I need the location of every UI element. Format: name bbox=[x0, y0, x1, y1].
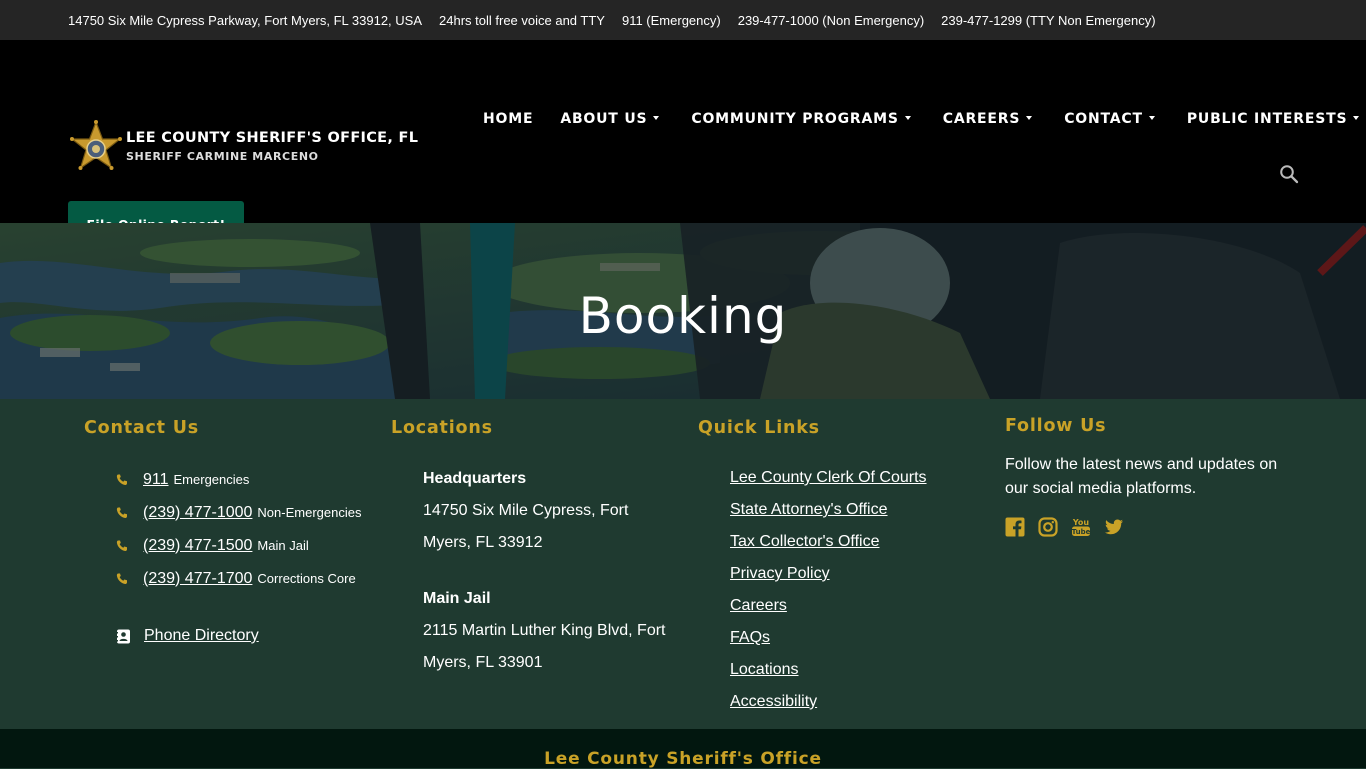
footer-contact-column: Contact Us 911 Emergencies (239) 477-100… bbox=[84, 399, 374, 645]
topbar-non-emergency: 239-477-1000 (Non Emergency) bbox=[737, 12, 925, 28]
quick-link-locations[interactable]: Locations bbox=[730, 654, 988, 686]
nav-community-programs[interactable]: COMMUNITY PROGRAMS bbox=[691, 111, 911, 127]
nav-public-interests[interactable]: PUBLIC INTERESTS bbox=[1187, 111, 1360, 127]
twitter-icon[interactable] bbox=[1104, 517, 1124, 537]
caret-down-icon bbox=[1353, 116, 1360, 120]
topbar-tollfree: 24hrs toll free voice and TTY bbox=[439, 12, 605, 28]
quick-link-privacy-policy[interactable]: Privacy Policy bbox=[730, 558, 988, 590]
phone-directory-link[interactable]: Phone Directory bbox=[144, 627, 259, 645]
svg-text:You: You bbox=[1072, 518, 1090, 527]
site-title: LEE COUNTY SHERIFF'S OFFICE, FL bbox=[126, 129, 419, 146]
contact-label: Corrections Core bbox=[257, 571, 356, 586]
quick-link-accessibility[interactable]: Accessibility bbox=[730, 686, 988, 718]
topbar-address: 14750 Six Mile Cypress Parkway, Fort Mye… bbox=[68, 12, 423, 28]
address-book-icon bbox=[116, 629, 130, 643]
contact-item: 911 Emergencies bbox=[116, 463, 374, 496]
quick-link-faqs[interactable]: FAQs bbox=[730, 622, 988, 654]
main-jail-phone-link[interactable]: (239) 477-1500 bbox=[143, 537, 252, 555]
location-address: Myers, FL 33901 bbox=[423, 654, 543, 671]
location-address: Myers, FL 33912 bbox=[423, 534, 543, 551]
quick-link-tax-collector[interactable]: Tax Collector's Office bbox=[730, 526, 988, 558]
footer-locations-column: Locations Headquarters 14750 Six Mile Cy… bbox=[391, 399, 681, 679]
caret-down-icon bbox=[1148, 116, 1155, 120]
caret-down-icon bbox=[1026, 116, 1033, 120]
footer-follow-heading: Follow Us bbox=[1005, 416, 1107, 436]
topbar-emergency: 911 (Emergency) bbox=[621, 12, 721, 28]
instagram-icon[interactable] bbox=[1038, 517, 1058, 537]
svg-text:Tube: Tube bbox=[1072, 528, 1091, 536]
nav-about-us[interactable]: ABOUT US bbox=[560, 111, 660, 127]
non-emergency-phone-link[interactable]: (239) 477-1000 bbox=[143, 504, 252, 522]
sheriff-star-badge-icon bbox=[70, 120, 122, 170]
caret-down-icon bbox=[653, 116, 660, 120]
footer-quick-links-heading: Quick Links bbox=[698, 418, 820, 438]
contact-label: Main Jail bbox=[257, 538, 309, 553]
location-name: Headquarters bbox=[423, 470, 527, 487]
quick-link-clerk-of-courts[interactable]: Lee County Clerk Of Courts bbox=[730, 462, 988, 494]
nav-contact[interactable]: CONTACT bbox=[1064, 111, 1155, 127]
page-title: Booking bbox=[578, 287, 788, 345]
phone-icon bbox=[116, 507, 127, 518]
quick-link-state-attorney[interactable]: State Attorney's Office bbox=[730, 494, 988, 526]
phone-icon bbox=[116, 573, 127, 584]
footer-follow-column: Follow Us Follow the latest news and upd… bbox=[1005, 399, 1305, 537]
footer-bottom-bar: Lee County Sheriff's Office bbox=[0, 729, 1366, 769]
location-name: Main Jail bbox=[423, 590, 491, 607]
site-header: LEE COUNTY SHERIFF'S OFFICE, FL SHERIFF … bbox=[0, 40, 1366, 247]
phone-icon bbox=[116, 474, 127, 485]
phone-icon bbox=[116, 540, 127, 551]
footer-quick-links-column: Quick Links Lee County Clerk Of Courts S… bbox=[698, 399, 988, 718]
footer-org-title: Lee County Sheriff's Office bbox=[544, 749, 822, 769]
youtube-icon[interactable]: You Tube bbox=[1071, 517, 1091, 537]
location-address: 14750 Six Mile Cypress, Fort bbox=[423, 502, 629, 519]
emergency-phone-link[interactable]: 911 bbox=[143, 471, 169, 489]
contact-item: (239) 477-1500 Main Jail bbox=[116, 529, 374, 562]
site-subtitle: SHERIFF CARMINE MARCENO bbox=[126, 149, 319, 163]
follow-description: Follow the latest news and updates on ou… bbox=[1005, 456, 1278, 497]
contact-label: Emergencies bbox=[173, 472, 250, 487]
social-links: You Tube bbox=[1005, 517, 1305, 537]
topbar-tty: 239-477-1299 (TTY Non Emergency) bbox=[941, 12, 1156, 28]
footer-contact-heading: Contact Us bbox=[84, 418, 199, 438]
quick-link-careers[interactable]: Careers bbox=[730, 590, 988, 622]
contact-item: (239) 477-1700 Corrections Core bbox=[116, 562, 374, 595]
site-footer: Contact Us 911 Emergencies (239) 477-100… bbox=[0, 399, 1366, 729]
location-address: 2115 Martin Luther King Blvd, Fort bbox=[423, 622, 666, 639]
nav-home[interactable]: HOME bbox=[483, 111, 533, 127]
nav-careers[interactable]: CAREERS bbox=[943, 111, 1033, 127]
corrections-core-phone-link[interactable]: (239) 477-1700 bbox=[143, 570, 252, 588]
caret-down-icon bbox=[904, 116, 911, 120]
search-icon[interactable] bbox=[1279, 164, 1299, 184]
top-contact-bar: 14750 Six Mile Cypress Parkway, Fort Mye… bbox=[0, 0, 1366, 40]
contact-label: Non-Emergencies bbox=[257, 505, 362, 520]
contact-item: (239) 477-1000 Non-Emergencies bbox=[116, 496, 374, 529]
main-nav: HOME ABOUT US COMMUNITY PROGRAMS CAREERS… bbox=[483, 111, 1360, 127]
facebook-icon[interactable] bbox=[1005, 517, 1025, 537]
footer-locations-heading: Locations bbox=[391, 418, 493, 438]
site-brand-link[interactable]: LEE COUNTY SHERIFF'S OFFICE, FL SHERIFF … bbox=[68, 120, 418, 176]
